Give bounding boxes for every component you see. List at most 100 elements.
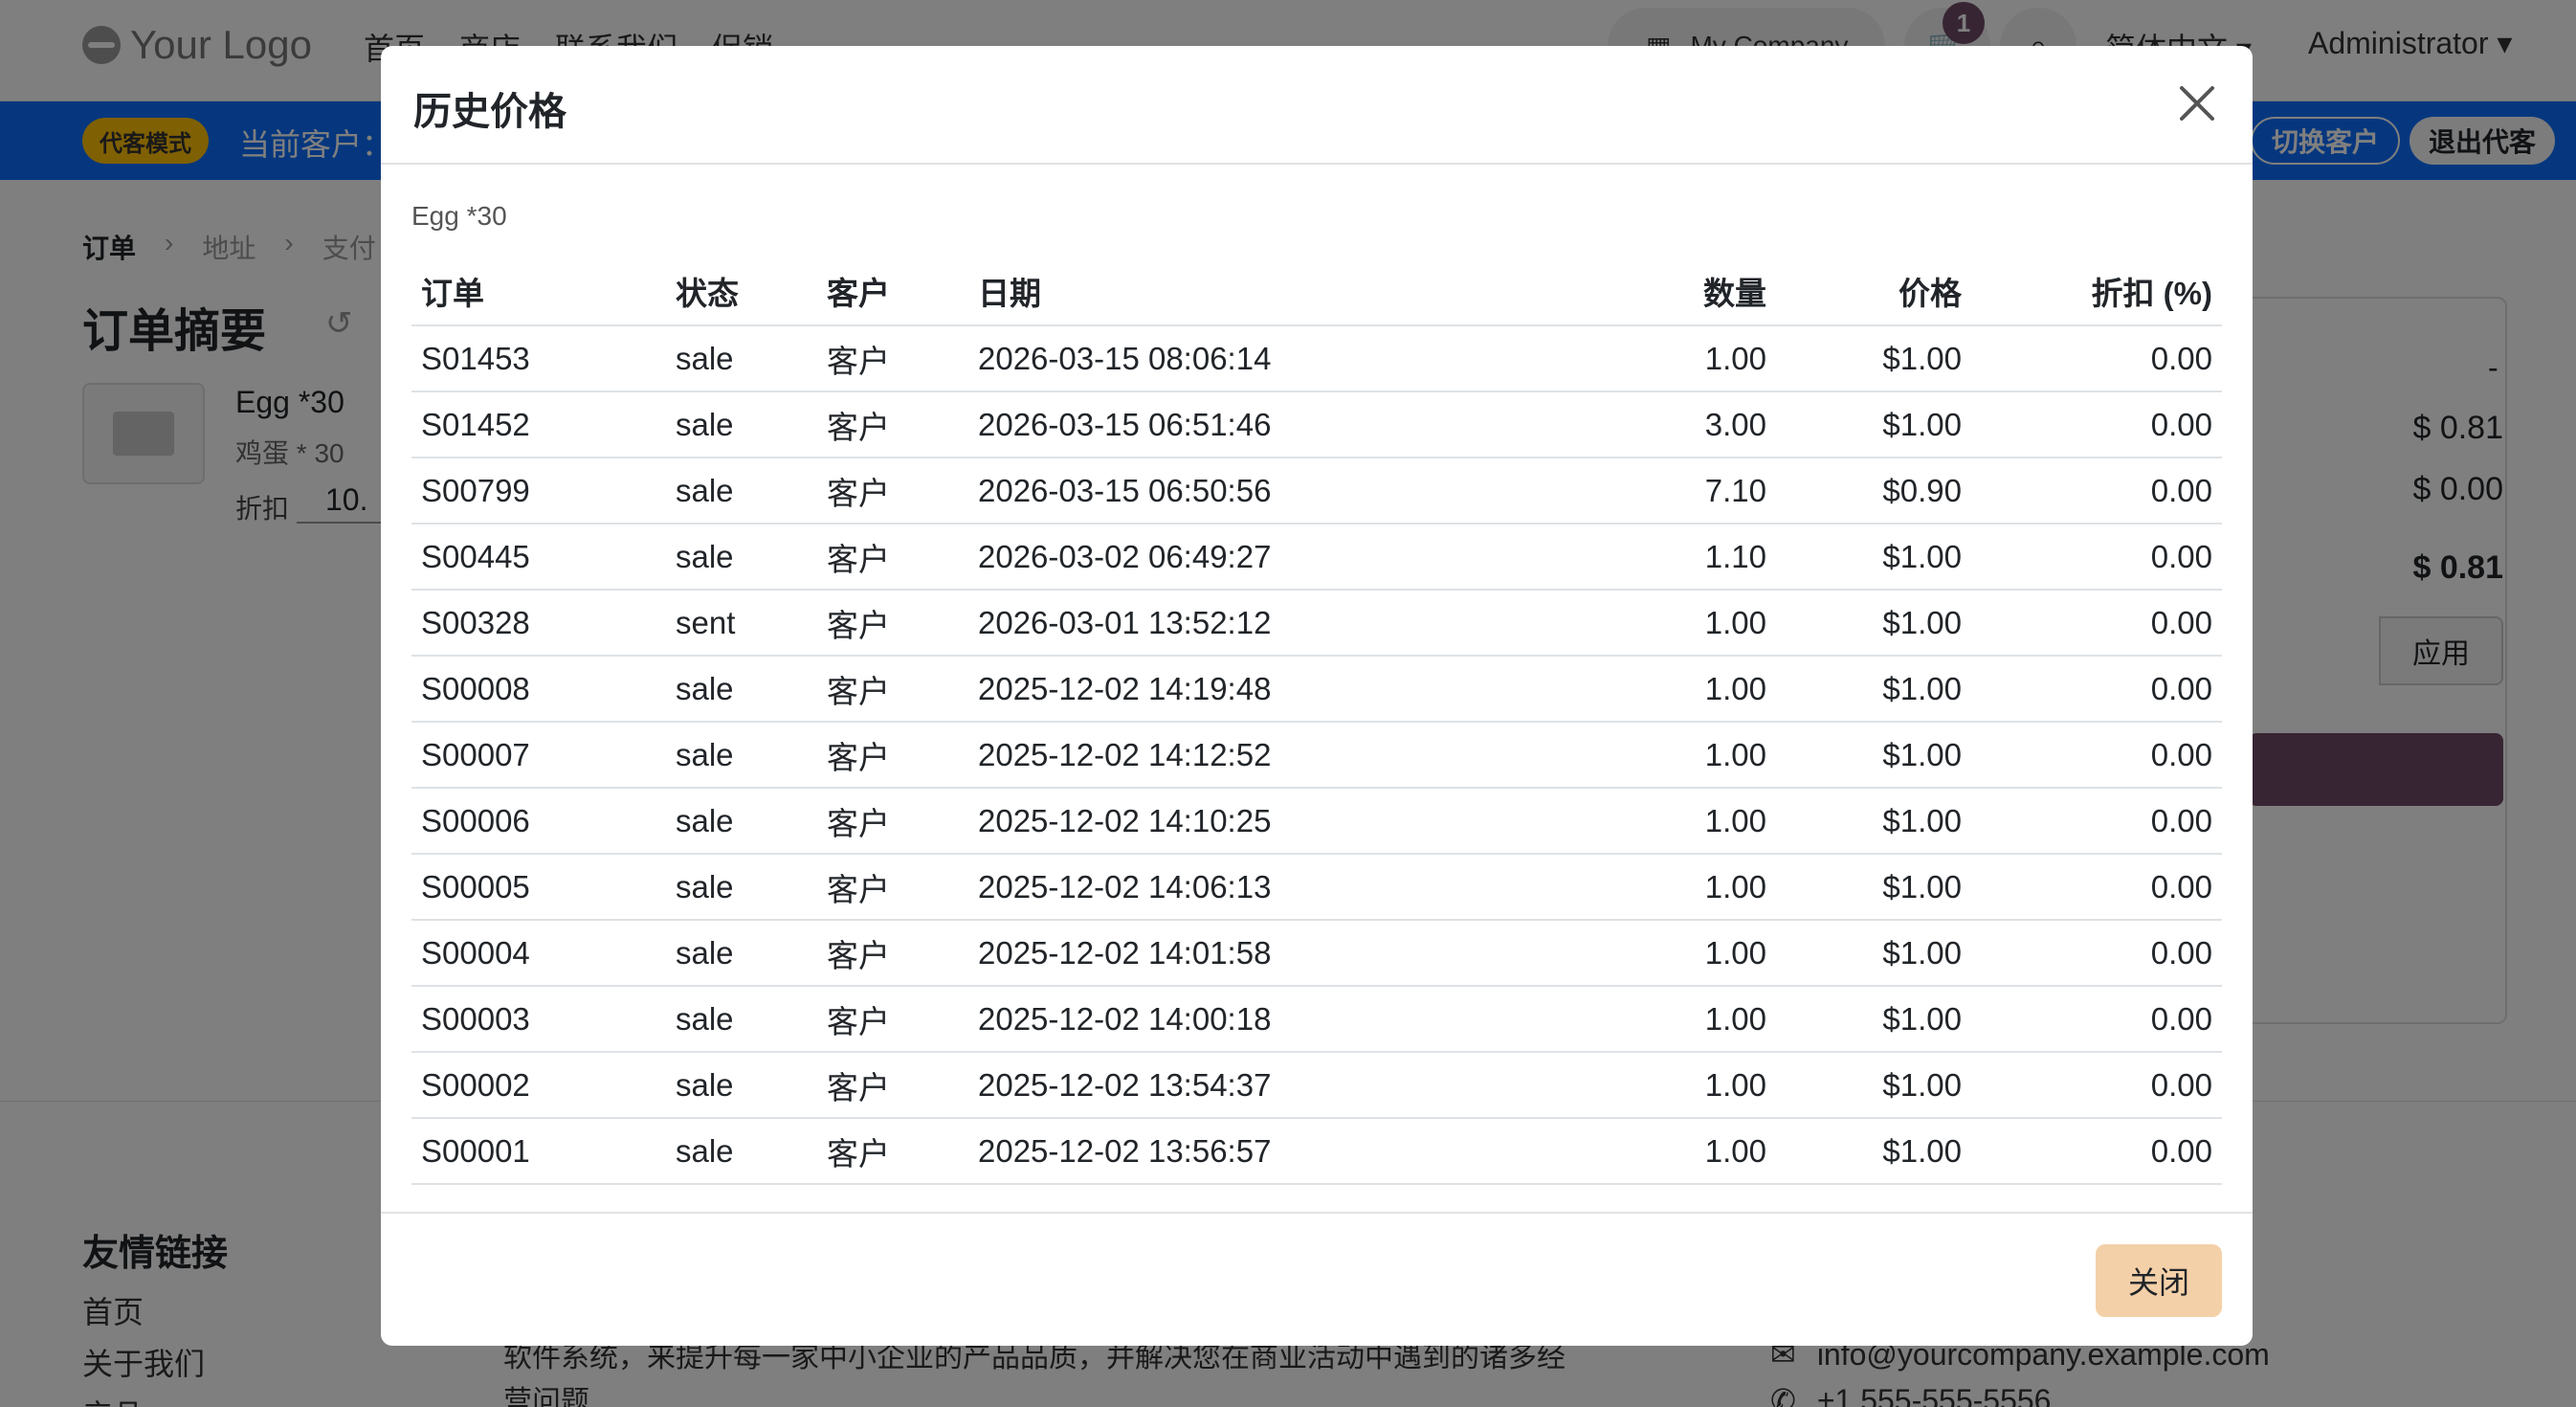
cell-quantity: 1.00	[1543, 1118, 1776, 1185]
cell-order[interactable]: S00799	[411, 458, 666, 525]
cell-quantity: 1.00	[1543, 986, 1776, 1053]
cell-discount: 0.00	[1971, 920, 2222, 987]
cell-quantity: 1.00	[1543, 590, 1776, 657]
cell-customer: 客户	[817, 788, 968, 855]
cell-quantity: 1.00	[1543, 656, 1776, 723]
table-row[interactable]: S00001 sale 客户 2025-12-02 13:56:57 1.00 $1.00…	[411, 1118, 2222, 1185]
cell-customer: 客户	[817, 524, 968, 591]
table-row[interactable]: S00006 sale 客户 2025-12-02 14:10:25 1.00 $1.00…	[411, 788, 2222, 855]
cell-quantity: 1.00	[1543, 722, 1776, 789]
table-row[interactable]: S01453 sale 客户 2026-03-15 08:06:14 1.00 $1.00…	[411, 325, 2222, 392]
cell-order[interactable]: S00008	[411, 656, 666, 723]
cell-customer: 客户	[817, 854, 968, 921]
table-row[interactable]: S00445 sale 客户 2026-03-02 06:49:27 1.10 $1.00…	[411, 524, 2222, 591]
cell-state: sent	[666, 590, 817, 657]
cell-price: $1.00	[1776, 986, 1971, 1053]
cell-customer: 客户	[817, 590, 968, 657]
cell-quantity: 1.00	[1543, 1052, 1776, 1119]
cell-price: $1.00	[1776, 920, 1971, 987]
cell-date: 2026-03-02 06:49:27	[968, 524, 1543, 591]
cell-state: sale	[666, 788, 817, 855]
table-row[interactable]: S00799 sale 客户 2026-03-15 06:50:56 7.10 $0.90…	[411, 458, 2222, 525]
cell-state: sale	[666, 325, 817, 392]
cell-price: $0.90	[1776, 458, 1971, 525]
cell-state: sale	[666, 1052, 817, 1119]
cell-quantity: 3.00	[1543, 391, 1776, 458]
column-header-quantity: 数量	[1543, 257, 1776, 326]
cell-order[interactable]: S00007	[411, 722, 666, 789]
cell-customer: 客户	[817, 325, 968, 392]
cell-order[interactable]: S00004	[411, 920, 666, 987]
cell-order[interactable]: S00002	[411, 1052, 666, 1119]
cell-customer: 客户	[817, 722, 968, 789]
table-row[interactable]: S00003 sale 客户 2025-12-02 14:00:18 1.00 $1.00…	[411, 986, 2222, 1053]
cell-price: $1.00	[1776, 656, 1971, 723]
cell-order[interactable]: S01453	[411, 325, 666, 392]
cell-discount: 0.00	[1971, 391, 2222, 458]
cell-quantity: 1.00	[1543, 920, 1776, 987]
cell-date: 2025-12-02 14:12:52	[968, 722, 1543, 789]
cell-price: $1.00	[1776, 325, 1971, 392]
cell-order[interactable]: S00006	[411, 788, 666, 855]
cell-state: sale	[666, 854, 817, 921]
dialog-title: 历史价格	[413, 91, 566, 133]
cell-customer: 客户	[817, 656, 968, 723]
cell-price: $1.00	[1776, 524, 1971, 591]
cell-customer: 客户	[817, 1052, 968, 1119]
cell-customer: 客户	[817, 391, 968, 458]
dialog-product-name: Egg *30	[411, 201, 507, 231]
cell-date: 2025-12-02 13:56:57	[968, 1118, 1543, 1185]
cell-price: $1.00	[1776, 1118, 1971, 1185]
cell-date: 2026-03-15 06:50:56	[968, 458, 1543, 525]
cell-customer: 客户	[817, 458, 968, 525]
cell-discount: 0.00	[1971, 590, 2222, 657]
cell-state: sale	[666, 524, 817, 591]
cell-state: sale	[666, 458, 817, 525]
cell-order[interactable]: S00001	[411, 1118, 666, 1185]
cell-order[interactable]: S01452	[411, 391, 666, 458]
cell-date: 2026-03-01 13:52:12	[968, 590, 1543, 657]
cell-order[interactable]: S00005	[411, 854, 666, 921]
cell-price: $1.00	[1776, 788, 1971, 855]
cell-date: 2025-12-02 14:10:25	[968, 788, 1543, 855]
cell-discount: 0.00	[1971, 1118, 2222, 1185]
table-header-row: 订单 状态 客户 日期 数量 价格 折扣 (%)	[411, 257, 2222, 326]
cell-order[interactable]: S00445	[411, 524, 666, 591]
cell-price: $1.00	[1776, 854, 1971, 921]
cell-discount: 0.00	[1971, 524, 2222, 591]
cell-state: sale	[666, 391, 817, 458]
cell-discount: 0.00	[1971, 788, 2222, 855]
table-row[interactable]: S00002 sale 客户 2025-12-02 13:54:37 1.00 $1.00…	[411, 1052, 2222, 1119]
cell-date: 2025-12-02 13:54:37	[968, 1052, 1543, 1119]
cell-price: $1.00	[1776, 1052, 1971, 1119]
cell-date: 2025-12-02 14:06:13	[968, 854, 1543, 921]
price-history-rows: S01453 sale 客户 2026-03-15 08:06:14 1.00 $1.00…	[411, 325, 2222, 1185]
cell-date: 2025-12-02 14:00:18	[968, 986, 1543, 1053]
price-history-table: 订单 状态 客户 日期 数量 价格 折扣 (%) S01453 sale 客户 202…	[411, 257, 2222, 1185]
cell-date: 2025-12-02 14:19:48	[968, 656, 1543, 723]
close-button[interactable]: 关闭	[2096, 1244, 2222, 1317]
cell-state: sale	[666, 1118, 817, 1185]
table-row[interactable]: S00008 sale 客户 2025-12-02 14:19:48 1.00 $1.00…	[411, 656, 2222, 723]
close-icon[interactable]	[2174, 80, 2220, 126]
price-history-dialog: 历史价格 Egg *30 订单 状态 客户 日期 数量 价格 折扣 (%) S0…	[381, 46, 2253, 1346]
cell-quantity: 1.00	[1543, 788, 1776, 855]
cell-quantity: 1.10	[1543, 524, 1776, 591]
cell-price: $1.00	[1776, 722, 1971, 789]
table-row[interactable]: S00005 sale 客户 2025-12-02 14:06:13 1.00 $1.00…	[411, 854, 2222, 921]
cell-discount: 0.00	[1971, 656, 2222, 723]
cell-order[interactable]: S00328	[411, 590, 666, 657]
cell-price: $1.00	[1776, 590, 1971, 657]
cell-discount: 0.00	[1971, 722, 2222, 789]
cell-customer: 客户	[817, 920, 968, 987]
cell-order[interactable]: S00003	[411, 986, 666, 1053]
cell-discount: 0.00	[1971, 854, 2222, 921]
cell-state: sale	[666, 986, 817, 1053]
table-row[interactable]: S00328 sent 客户 2026-03-01 13:52:12 1.00 $1.00…	[411, 590, 2222, 657]
cell-state: sale	[666, 920, 817, 987]
table-row[interactable]: S01452 sale 客户 2026-03-15 06:51:46 3.00 $1.00…	[411, 391, 2222, 458]
table-row[interactable]: S00004 sale 客户 2025-12-02 14:01:58 1.00 $1.00…	[411, 920, 2222, 987]
column-header-customer: 客户	[817, 257, 968, 326]
dialog-footer: 关闭	[381, 1212, 2253, 1346]
table-row[interactable]: S00007 sale 客户 2025-12-02 14:12:52 1.00 $1.00…	[411, 722, 2222, 789]
